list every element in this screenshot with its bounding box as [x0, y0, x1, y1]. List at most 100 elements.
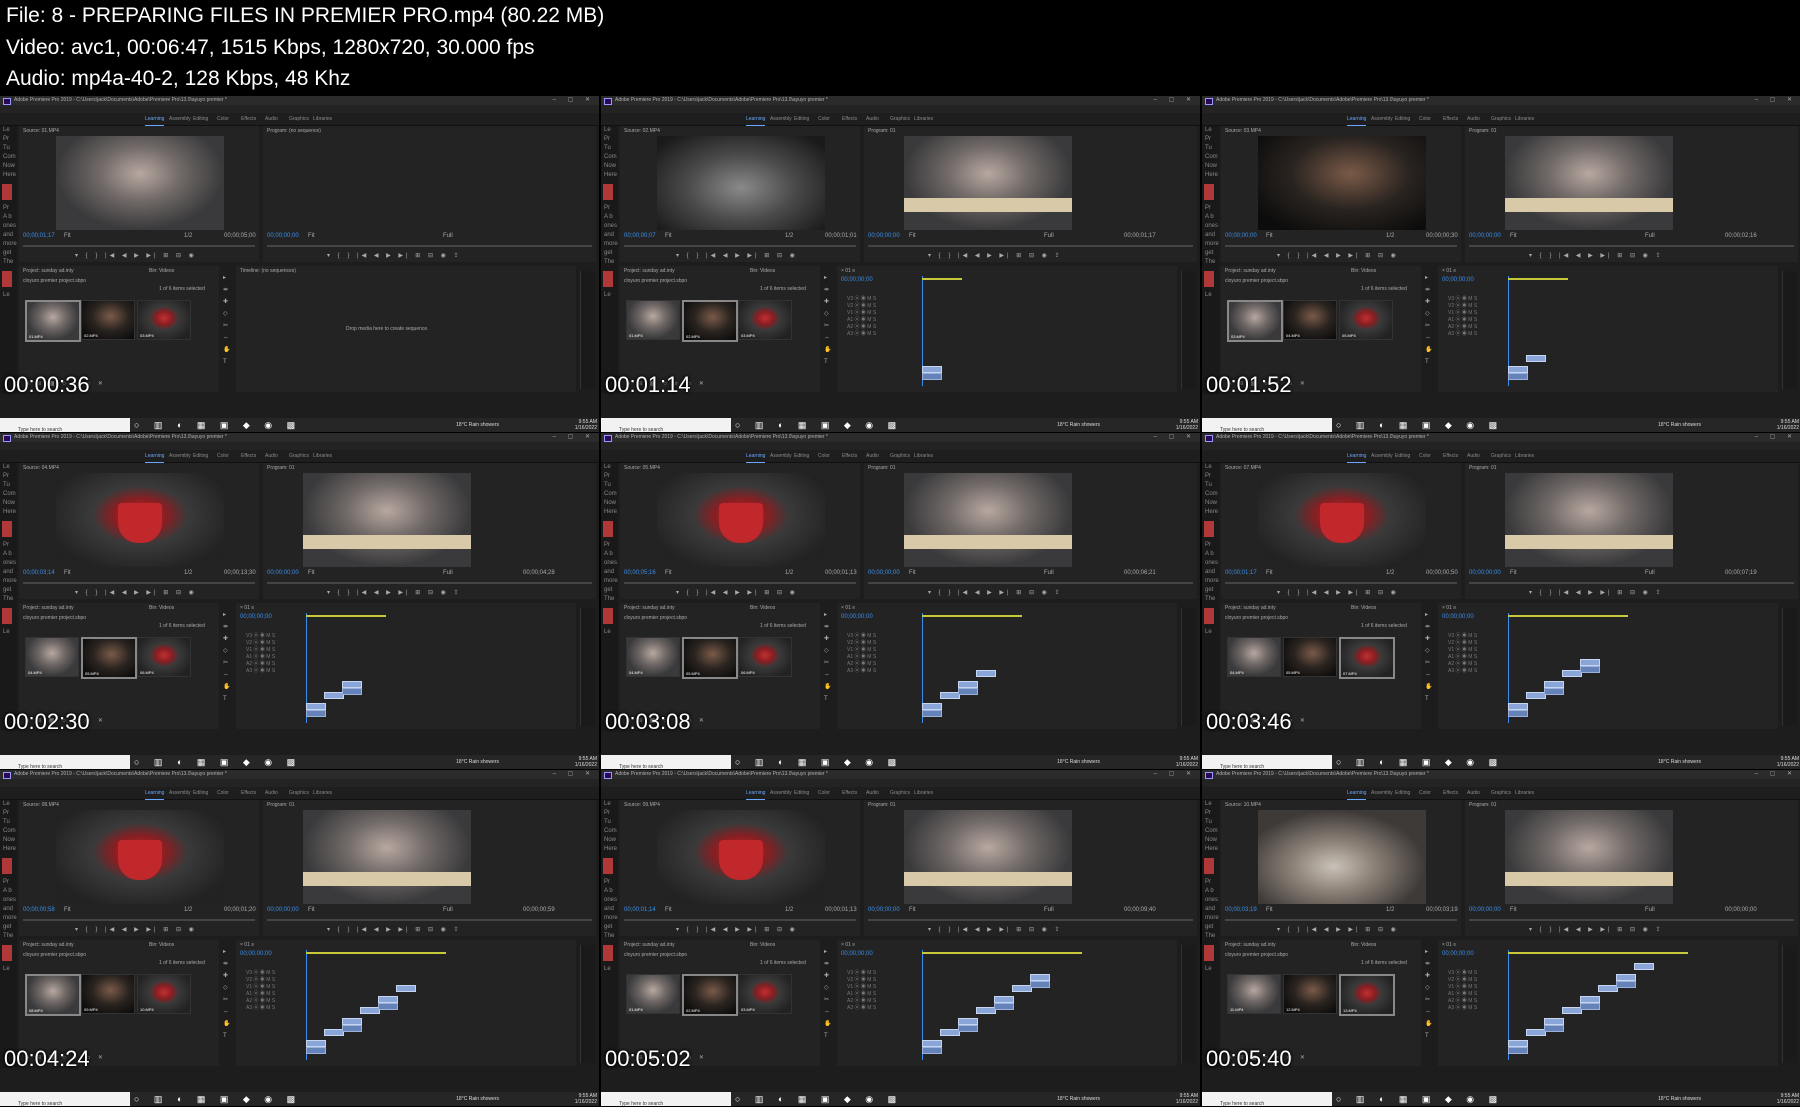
project-thumbnail[interactable]: 01.MP4 [25, 300, 81, 342]
workspace-tab-libraries[interactable]: Libraries [914, 450, 933, 462]
video-clip[interactable] [396, 985, 416, 992]
video-clip[interactable] [306, 703, 326, 710]
timeline-sequence-tab[interactable]: × 01 ≡ [1442, 605, 1456, 611]
source-scrub-bar[interactable] [624, 582, 856, 584]
window-controls[interactable]: – ▢ ✕ [1755, 96, 1797, 105]
program-scrub-bar[interactable] [868, 582, 1193, 584]
bin-tab-label[interactable]: Bin: Videos [1351, 268, 1376, 274]
program-scrub-bar[interactable] [267, 582, 592, 584]
track-header[interactable]: V3 ⦿ ◉ M S [246, 633, 275, 640]
program-scrub-bar[interactable] [267, 245, 592, 247]
workspace-tab-effects[interactable]: Effects [241, 787, 256, 799]
track-header[interactable]: V3 ⦿ ◉ M S [1448, 633, 1477, 640]
window-controls[interactable]: – ▢ ✕ [553, 96, 595, 105]
workspace-tab-learning[interactable]: Learning [145, 113, 165, 126]
track-header[interactable]: A1 ⦿ ◉ M S [1448, 317, 1477, 324]
workspace-tab-audio[interactable]: Audio [866, 113, 879, 125]
project-thumbnail[interactable]: 01.MP4 [626, 974, 680, 1014]
workspace-tab-graphics[interactable]: Graphics [890, 450, 910, 462]
program-transport-controls[interactable]: ▾ { } |◀ ◀ ▶ ▶| ⊞ ⊟ ◉ ⇪ [1529, 590, 1664, 596]
video-clip[interactable] [994, 996, 1014, 1003]
taskbar-app-icons[interactable]: ○ ▥ ◐ ▦ ▣ ◆ ◉ ▩ [735, 1092, 902, 1106]
video-clip[interactable] [958, 681, 978, 688]
project-thumbnail[interactable]: 02.MP4 [682, 300, 738, 342]
video-clip[interactable] [1580, 659, 1600, 666]
timeline-tools[interactable]: ▸ ⇹ ✚ ◇ ✂ ⇔ ✋ T [223, 609, 231, 719]
work-area-bar[interactable] [922, 278, 962, 280]
track-header[interactable]: A2 ⦿ ◉ M S [246, 998, 275, 1005]
workspace-tab-learning[interactable]: Learning [145, 787, 165, 800]
taskbar-app-icons[interactable]: ○ ▥ ◐ ▦ ▣ ◆ ◉ ▩ [134, 755, 301, 769]
video-clip[interactable] [922, 703, 942, 710]
program-fit-dropdown[interactable]: Fit [308, 907, 315, 913]
project-thumbnail[interactable]: 04.MP4 [25, 637, 79, 677]
source-transport-controls[interactable]: ▾ { } |◀ ◀ ▶ ▶| ⊞ ⊟ ◉ [1277, 590, 1399, 596]
video-clip[interactable] [306, 1040, 326, 1047]
video-clip[interactable] [1562, 670, 1582, 677]
workspace-tab-color[interactable]: Color [217, 450, 229, 462]
workspace-tab-editing[interactable]: Editing [794, 787, 809, 799]
timeline-tools[interactable]: ▸ ⇹ ✚ ◇ ✂ ⇔ ✋ T [824, 272, 832, 382]
workspace-tab-graphics[interactable]: Graphics [890, 787, 910, 799]
program-transport-controls[interactable]: ▾ { } |◀ ◀ ▶ ▶| ⊞ ⊟ ◉ ⇪ [327, 590, 462, 596]
video-clip[interactable] [922, 366, 942, 373]
audio-clip[interactable] [958, 688, 978, 695]
workspace-tab-assembly[interactable]: Assembly [1371, 450, 1393, 462]
source-resolution-dropdown[interactable]: 1/2 [1386, 570, 1394, 576]
video-clip[interactable] [360, 1007, 380, 1014]
workspace-tab-assembly[interactable]: Assembly [1371, 787, 1393, 799]
project-thumbnail[interactable]: 03.MP4 [137, 300, 191, 340]
timeline-tools[interactable]: ▸ ⇹ ✚ ◇ ✂ ⇔ ✋ T [824, 946, 832, 1056]
audio-clip[interactable] [1616, 981, 1636, 988]
program-scrub-bar[interactable] [868, 245, 1193, 247]
workspace-tab-libraries[interactable]: Libraries [1515, 787, 1534, 799]
program-transport-controls[interactable]: ▾ { } |◀ ◀ ▶ ▶| ⊞ ⊟ ◉ ⇪ [1529, 253, 1664, 259]
timeline-tools[interactable]: ▸ ⇹ ✚ ◇ ✂ ⇔ ✋ T [1425, 609, 1433, 719]
workspace-tab-effects[interactable]: Effects [1443, 787, 1458, 799]
workspace-tab-audio[interactable]: Audio [265, 787, 278, 799]
workspace-tab-assembly[interactable]: Assembly [770, 787, 792, 799]
workspace-tab-color[interactable]: Color [217, 787, 229, 799]
program-transport-controls[interactable]: ▾ { } |◀ ◀ ▶ ▶| ⊞ ⊟ ◉ ⇪ [1529, 927, 1664, 933]
project-thumbnail[interactable]: 10.MP4 [137, 974, 191, 1014]
program-fit-dropdown[interactable]: Fit [1510, 233, 1517, 239]
video-clip[interactable] [1580, 996, 1600, 1003]
audio-clip[interactable] [1508, 373, 1528, 380]
program-resolution-dropdown[interactable]: Full [443, 233, 453, 239]
bin-tab-label[interactable]: Bin: Videos [750, 605, 775, 611]
taskbar-app-icons[interactable]: ○ ▥ ◐ ▦ ▣ ◆ ◉ ▩ [735, 755, 902, 769]
timeline-sequence-tab[interactable]: × 01 ≡ [1442, 942, 1456, 948]
project-thumbnail[interactable]: 06.MP4 [738, 637, 792, 677]
project-thumbnail[interactable]: 13.MP4 [1339, 974, 1395, 1016]
source-resolution-dropdown[interactable]: 1/2 [184, 570, 192, 576]
source-scrub-bar[interactable] [1225, 582, 1457, 584]
project-tab-label[interactable]: Project: sunday ad.inty [624, 942, 675, 948]
source-transport-controls[interactable]: ▾ { } |◀ ◀ ▶ ▶| ⊞ ⊟ ◉ [1277, 253, 1399, 259]
timeline-tools[interactable]: ▸ ⇹ ✚ ◇ ✂ ⇔ ✋ T [824, 609, 832, 719]
source-resolution-dropdown[interactable]: 1/2 [1386, 907, 1394, 913]
program-fit-dropdown[interactable]: Fit [1510, 907, 1517, 913]
project-thumbnail[interactable]: 02.MP4 [682, 974, 738, 1016]
workspace-tab-audio[interactable]: Audio [1467, 450, 1480, 462]
workspace-tab-audio[interactable]: Audio [265, 450, 278, 462]
program-scrub-bar[interactable] [1469, 919, 1794, 921]
project-thumbnail[interactable]: 04.MP4 [626, 637, 680, 677]
source-scrub-bar[interactable] [624, 919, 856, 921]
track-header[interactable]: A2 ⦿ ◉ M S [847, 998, 876, 1005]
video-clip[interactable] [378, 996, 398, 1003]
program-resolution-dropdown[interactable]: Full [1645, 233, 1655, 239]
source-transport-controls[interactable]: ▾ { } |◀ ◀ ▶ ▶| ⊞ ⊟ ◉ [676, 253, 798, 259]
workspace-tab-editing[interactable]: Editing [1395, 787, 1410, 799]
timeline-sequence-tab[interactable]: × 01 ≡ [1442, 268, 1456, 274]
source-fit-dropdown[interactable]: Fit [64, 233, 71, 239]
bin-tab-label[interactable]: Bin: Videos [1351, 942, 1376, 948]
project-thumbnail[interactable]: 12.MP4 [1283, 974, 1337, 1014]
track-header[interactable]: A3 ⦿ ◉ M S [847, 331, 876, 338]
taskbar-app-icons[interactable]: ○ ▥ ◐ ▦ ▣ ◆ ◉ ▩ [134, 1092, 301, 1106]
video-clip[interactable] [1526, 692, 1546, 699]
bin-tab-label[interactable]: Bin: Videos [149, 942, 174, 948]
taskbar-app-icons[interactable]: ○ ▥ ◐ ▦ ▣ ◆ ◉ ▩ [1336, 418, 1503, 432]
workspace-tab-learning[interactable]: Learning [1347, 450, 1367, 463]
source-fit-dropdown[interactable]: Fit [1266, 570, 1273, 576]
video-clip[interactable] [1562, 1007, 1582, 1014]
